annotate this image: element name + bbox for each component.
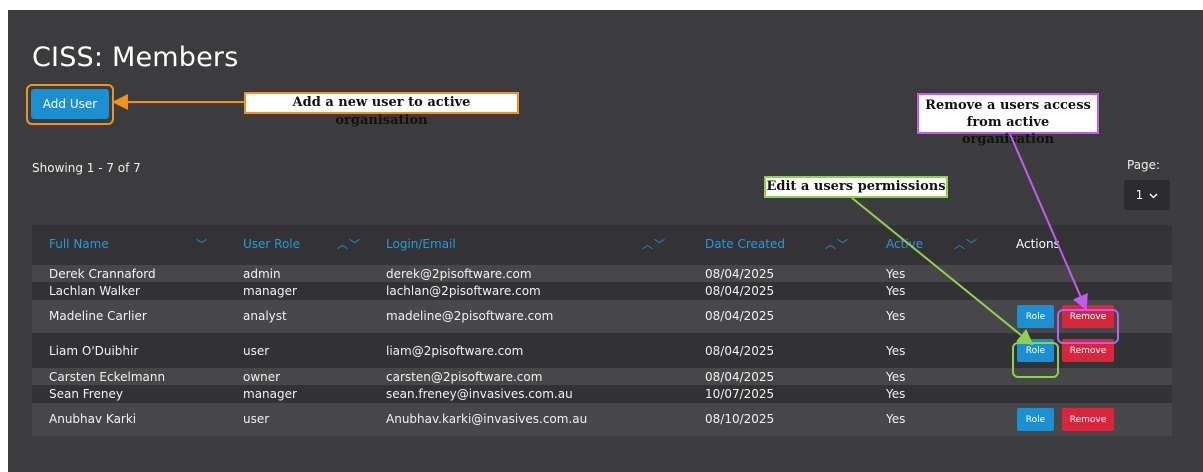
table-row: Sean Freney manager sean.freney@invasive… (32, 385, 1172, 403)
cell-active: Yes (886, 370, 906, 384)
cell-date-created: 08/04/2025 (705, 370, 775, 384)
role-button[interactable]: Role (1017, 339, 1054, 362)
chevron-down-icon (1149, 188, 1158, 202)
cell-email: lachlan@2pisoftware.com (386, 284, 541, 298)
col-header-user-role[interactable]: User Role (243, 237, 300, 251)
cell-full-name: Derek Crannaford (49, 267, 156, 281)
col-header-login-email[interactable]: Login/Email (386, 237, 456, 251)
cell-date-created: 10/07/2025 (705, 387, 775, 401)
annotation-edit-text: Edit a users permissions (766, 179, 946, 194)
cell-email: carsten@2pisoftware.com (386, 370, 543, 384)
col-header-date-created[interactable]: Date Created (705, 237, 785, 251)
cell-email: sean.freney@invasives.com.au (386, 387, 573, 401)
top-border (0, 0, 1203, 10)
page-select[interactable]: 1 (1124, 180, 1170, 210)
cell-user-role: user (243, 412, 270, 426)
cell-email: Anubhav.karki@invasives.com.au (386, 412, 588, 426)
cell-date-created: 08/04/2025 (705, 344, 775, 358)
cell-user-role: admin (243, 267, 281, 281)
cell-user-role: manager (243, 284, 297, 298)
cell-user-role: manager (243, 387, 297, 401)
cell-date-created: 08/04/2025 (705, 309, 775, 323)
cell-user-role: owner (243, 370, 281, 384)
cell-email: madeline@2pisoftware.com (386, 309, 554, 323)
cell-email: liam@2pisoftware.com (386, 344, 524, 358)
table-row: Lachlan Walker manager lachlan@2pisoftwa… (32, 282, 1172, 300)
left-border (0, 0, 8, 472)
cell-full-name: Lachlan Walker (49, 284, 140, 298)
table-header: Full Name ﹀ User Role ︿﹀ Login/Email ︿﹀ … (32, 225, 1172, 265)
col-header-full-name[interactable]: Full Name (49, 237, 109, 251)
cell-user-role: user (243, 344, 270, 358)
remove-button[interactable]: Remove (1062, 339, 1114, 362)
page-label: Page: (1127, 158, 1161, 172)
cell-date-created: 08/04/2025 (705, 267, 775, 281)
table-row: Derek Crannaford admin derek@2pisoftware… (32, 265, 1172, 282)
cell-full-name: Anubhav Karki (49, 412, 137, 426)
remove-button[interactable]: Remove (1062, 305, 1114, 328)
annotation-edit: Edit a users permissions (764, 176, 948, 198)
add-user-button[interactable]: Add User (31, 89, 109, 119)
page-title: CISS: Members (32, 42, 239, 73)
sort-desc-icon[interactable]: ﹀ (196, 236, 208, 252)
table-row: Carsten Eckelmann owner carsten@2pisoftw… (32, 368, 1172, 385)
annotation-remove: Remove a users access from active organi… (917, 93, 1099, 147)
cell-date-created: 08/04/2025 (705, 284, 775, 298)
sort-both-icon[interactable]: ︿﹀ (825, 236, 849, 252)
cell-active: Yes (886, 284, 906, 298)
sort-both-icon[interactable]: ︿﹀ (642, 236, 666, 252)
cell-active: Yes (886, 267, 906, 281)
table-row: Liam O'Duibhir user liam@2pisoftware.com… (32, 333, 1172, 368)
cell-full-name: Liam O'Duibhir (49, 344, 139, 358)
sort-both-icon[interactable]: ︿﹀ (337, 236, 361, 252)
remove-button[interactable]: Remove (1062, 408, 1114, 431)
cell-date-created: 08/10/2025 (705, 412, 775, 426)
table-row: Anubhav Karki user Anubhav.karki@invasiv… (32, 403, 1172, 436)
annotation-add-user: Add a new user to active organisation (244, 92, 519, 128)
cell-full-name: Sean Freney (49, 387, 123, 401)
cell-active: Yes (886, 412, 906, 426)
cell-active: Yes (886, 309, 906, 323)
cell-email: derek@2pisoftware.com (386, 267, 532, 281)
cell-active: Yes (886, 344, 906, 358)
col-header-active[interactable]: Active (886, 237, 923, 251)
cell-active: Yes (886, 387, 906, 401)
role-button[interactable]: Role (1017, 305, 1054, 328)
col-header-actions: Actions (1016, 237, 1060, 251)
table-row: Madeline Carlier analyst madeline@2pisof… (32, 300, 1172, 333)
cell-full-name: Carsten Eckelmann (49, 370, 166, 384)
cell-full-name: Madeline Carlier (49, 309, 147, 323)
showing-count: Showing 1 - 7 of 7 (32, 161, 141, 175)
members-table: Full Name ﹀ User Role ︿﹀ Login/Email ︿﹀ … (32, 225, 1172, 436)
cell-user-role: analyst (243, 309, 287, 323)
page-select-value: 1 (1135, 188, 1144, 202)
role-button[interactable]: Role (1017, 408, 1054, 431)
sort-both-icon[interactable]: ︿﹀ (954, 236, 978, 252)
